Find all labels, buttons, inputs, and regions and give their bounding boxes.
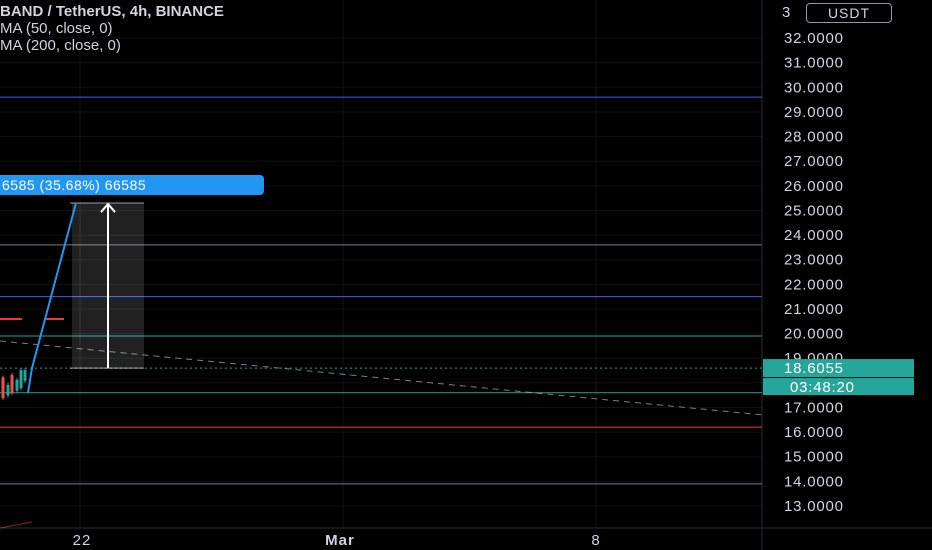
current-price-value: 18.6055: [784, 360, 844, 377]
price-tick-label: 17.0000: [784, 399, 844, 416]
price-tick-label: 16.0000: [784, 424, 844, 441]
time-tick-label: Mar: [325, 532, 355, 549]
candle-body: [19, 370, 23, 389]
symbol-title[interactable]: BAND / TetherUS, 4h, BINANCE: [0, 3, 224, 20]
measure-label: 6585 (35.68%) 66585: [2, 177, 146, 193]
time-tick-label: 22: [73, 532, 92, 549]
price-tick-label: 32.0000: [784, 30, 844, 47]
ma-50-indicator[interactable]: MA (50, close, 0): [0, 20, 224, 37]
price-tick-label: 22.0000: [784, 276, 844, 293]
time-tick-label: 8: [591, 532, 600, 549]
price-tick-label: 28.0000: [784, 129, 844, 146]
price-tick-label: 26.0000: [784, 178, 844, 195]
price-tick-label: 31.0000: [784, 55, 844, 72]
ma-200-indicator[interactable]: MA (200, close, 0): [0, 37, 224, 54]
price-tick-label: 30.0000: [784, 79, 844, 96]
chart-legend: BAND / TetherUS, 4h, BINANCE MA (50, clo…: [0, 3, 224, 54]
countdown-value: 03:48:20: [790, 379, 855, 396]
ma-50-line-fragment: [0, 521, 33, 529]
candle-body: [1, 377, 5, 399]
price-tick-label: 23.0000: [784, 252, 844, 269]
price-tick-label: 13.0000: [784, 498, 844, 515]
candle-body: [10, 374, 14, 394]
price-tick-label: 20.0000: [784, 326, 844, 343]
price-tick-label: 14.0000: [784, 473, 844, 490]
candle-body: [15, 379, 19, 391]
price-tick-label: 25.0000: [784, 202, 844, 219]
price-tick-label: 29.0000: [784, 104, 844, 121]
projection-line: [27, 202, 77, 393]
price-tick-label: 24.0000: [784, 227, 844, 244]
price-chart[interactable]: 6585 (35.68%) 66585 13.0000 14.0000 15.0000…: [0, 0, 932, 550]
price-tick-label: 27.0000: [784, 153, 844, 170]
candle-body: [6, 384, 10, 396]
price-tick-label: 21.0000: [784, 301, 844, 318]
price-tick-label: 15.0000: [784, 449, 844, 466]
candle-body: [23, 370, 27, 381]
currency-button[interactable]: USDT: [806, 3, 892, 23]
price-tick-top-partial: 3: [782, 4, 791, 21]
